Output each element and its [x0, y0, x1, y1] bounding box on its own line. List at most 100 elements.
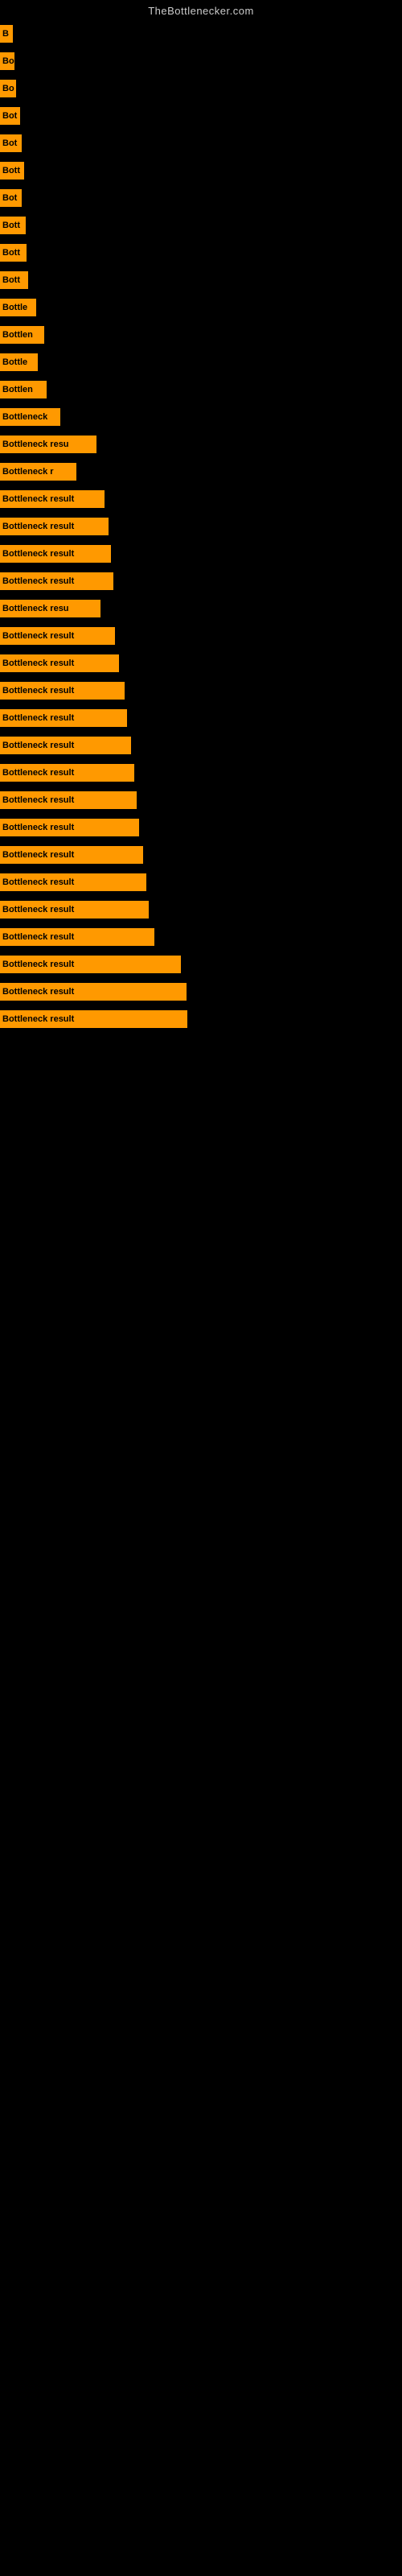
bar-row-13: Bottle — [0, 349, 402, 376]
bar-label-text-37: Bottleneck result — [2, 1014, 74, 1024]
bar-label-text-23: Bottleneck result — [2, 631, 74, 641]
bar-row-27: Bottleneck result — [0, 732, 402, 759]
bar-14: Bottlen — [0, 381, 47, 398]
bar-row-1: B — [0, 20, 402, 47]
bar-label-text-33: Bottleneck result — [2, 905, 74, 914]
bar-row-24: Bottleneck result — [0, 650, 402, 677]
bar-33: Bottleneck result — [0, 901, 149, 919]
bar-label-text-11: Bottle — [2, 303, 27, 312]
bar-row-26: Bottleneck result — [0, 704, 402, 732]
bar-32: Bottleneck result — [0, 873, 146, 891]
bar-label-text-1: B — [2, 29, 9, 39]
bar-22: Bottleneck resu — [0, 600, 100, 617]
bar-label-text-27: Bottleneck result — [2, 741, 74, 750]
bar-row-23: Bottleneck result — [0, 622, 402, 650]
bar-label-text-30: Bottleneck result — [2, 823, 74, 832]
bar-row-30: Bottleneck result — [0, 814, 402, 841]
bar-row-10: Bott — [0, 266, 402, 294]
bar-row-28: Bottleneck result — [0, 759, 402, 786]
bar-row-37: Bottleneck result — [0, 1005, 402, 1033]
bar-label-text-10: Bott — [2, 275, 20, 285]
bar-10: Bott — [0, 271, 28, 289]
bar-row-25: Bottleneck result — [0, 677, 402, 704]
bar-18: Bottleneck result — [0, 490, 105, 508]
site-title: TheBottlenecker.com — [0, 0, 402, 20]
bar-21: Bottleneck result — [0, 572, 113, 590]
bar-label-text-9: Bott — [2, 248, 20, 258]
bar-row-18: Bottleneck result — [0, 485, 402, 513]
bar-label-text-2: Bo — [2, 56, 14, 66]
bar-5: Bot — [0, 134, 22, 152]
bar-label-text-28: Bottleneck result — [2, 768, 74, 778]
bar-row-9: Bott — [0, 239, 402, 266]
bar-label-text-16: Bottleneck resu — [2, 440, 69, 449]
bar-27: Bottleneck result — [0, 737, 131, 754]
bar-row-29: Bottleneck result — [0, 786, 402, 814]
bar-row-17: Bottleneck r — [0, 458, 402, 485]
bar-28: Bottleneck result — [0, 764, 134, 782]
bar-26: Bottleneck result — [0, 709, 127, 727]
bar-12: Bottlen — [0, 326, 44, 344]
bar-label-text-19: Bottleneck result — [2, 522, 74, 531]
bar-label-text-32: Bottleneck result — [2, 877, 74, 887]
bar-8: Bott — [0, 217, 26, 234]
bar-13: Bottle — [0, 353, 38, 371]
bar-label-text-12: Bottlen — [2, 330, 33, 340]
bar-label-text-18: Bottleneck result — [2, 494, 74, 504]
bar-1: B — [0, 25, 13, 43]
bar-7: Bot — [0, 189, 22, 207]
bar-label-text-31: Bottleneck result — [2, 850, 74, 860]
bar-17: Bottleneck r — [0, 463, 76, 481]
bar-19: Bottleneck result — [0, 518, 109, 535]
bar-4: Bot — [0, 107, 20, 125]
bar-label-text-14: Bottlen — [2, 385, 33, 394]
bar-29: Bottleneck result — [0, 791, 137, 809]
bar-23: Bottleneck result — [0, 627, 115, 645]
bar-row-21: Bottleneck result — [0, 568, 402, 595]
bar-16: Bottleneck resu — [0, 436, 96, 453]
bars-container: B Bo Bo Bot Bot Bott Bot Bott Bott Bott Bottle Bott… — [0, 20, 402, 1033]
bar-row-36: Bottleneck result — [0, 978, 402, 1005]
bar-row-20: Bottleneck result — [0, 540, 402, 568]
bar-row-4: Bot — [0, 102, 402, 130]
bar-label-text-22: Bottleneck resu — [2, 604, 69, 613]
bar-row-15: Bottleneck — [0, 403, 402, 431]
bar-35: Bottleneck result — [0, 956, 181, 973]
bar-row-31: Bottleneck result — [0, 841, 402, 869]
bar-label-text-26: Bottleneck result — [2, 713, 74, 723]
bar-label-text-8: Bott — [2, 221, 20, 230]
bar-row-12: Bottlen — [0, 321, 402, 349]
bar-label-text-5: Bot — [2, 138, 17, 148]
bar-row-19: Bottleneck result — [0, 513, 402, 540]
bar-30: Bottleneck result — [0, 819, 139, 836]
bar-label-text-34: Bottleneck result — [2, 932, 74, 942]
bar-row-5: Bot — [0, 130, 402, 157]
bar-row-2: Bo — [0, 47, 402, 75]
bar-31: Bottleneck result — [0, 846, 143, 864]
bar-row-11: Bottle — [0, 294, 402, 321]
bar-24: Bottleneck result — [0, 654, 119, 672]
bar-25: Bottleneck result — [0, 682, 125, 700]
bar-row-22: Bottleneck resu — [0, 595, 402, 622]
bar-label-text-36: Bottleneck result — [2, 987, 74, 997]
bar-label-text-24: Bottleneck result — [2, 658, 74, 668]
bar-label-text-17: Bottleneck r — [2, 467, 54, 477]
bar-row-34: Bottleneck result — [0, 923, 402, 951]
bar-20: Bottleneck result — [0, 545, 111, 563]
bar-label-text-15: Bottleneck — [2, 412, 47, 422]
bar-label-text-21: Bottleneck result — [2, 576, 74, 586]
bar-row-6: Bott — [0, 157, 402, 184]
bar-row-35: Bottleneck result — [0, 951, 402, 978]
bar-36: Bottleneck result — [0, 983, 187, 1001]
bar-label-text-6: Bott — [2, 166, 20, 175]
bar-label-text-20: Bottleneck result — [2, 549, 74, 559]
bar-label-text-3: Bo — [2, 84, 14, 93]
bar-row-3: Bo — [0, 75, 402, 102]
bar-9: Bott — [0, 244, 27, 262]
bar-label-text-29: Bottleneck result — [2, 795, 74, 805]
bar-label-text-35: Bottleneck result — [2, 960, 74, 969]
bar-3: Bo — [0, 80, 16, 97]
bar-label-text-4: Bot — [2, 111, 17, 121]
bar-37: Bottleneck result — [0, 1010, 187, 1028]
bar-row-33: Bottleneck result — [0, 896, 402, 923]
